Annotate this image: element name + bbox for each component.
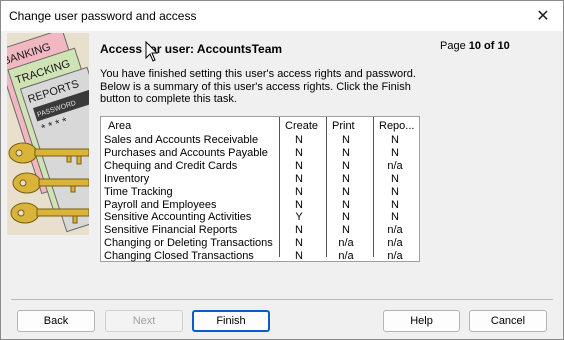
column-separator [279,117,280,257]
row-area-cell: Time Tracking [104,185,173,198]
row-value-cell: n/a [387,237,403,250]
row-value-cell: N [342,198,350,211]
column-header-print: Print [332,120,355,132]
row-value-cell: N [295,224,303,237]
button-divider [11,299,553,300]
row-area-cell: Payroll and Employees [104,198,217,211]
page-label: Page [440,40,466,52]
column-separator [373,117,374,257]
row-area-cell: Sensitive Financial Reports [104,224,238,237]
column-separator [326,117,327,257]
column-header-reports: Repo... [379,120,415,132]
cancel-button[interactable]: Cancel [469,310,547,332]
access-summary-table: Area Create Print Repo... Sales and Acco… [100,116,420,262]
page-heading: Access for user: AccountsTeam [100,42,283,56]
row-value-cell: N [295,146,303,159]
row-value-cell: N [391,172,399,185]
row-value-cell: n/a [338,250,354,263]
page-value: 10 of 10 [468,40,510,52]
row-value-cell: N [391,211,399,224]
row-value-cell: n/a [387,224,403,237]
help-button-label: Help [410,315,433,327]
title-bar: Change user password and access ✕ [1,1,563,31]
row-value-cell: Y [295,211,303,224]
help-button[interactable]: Help [383,310,460,332]
finish-button[interactable]: Finish [192,310,270,332]
row-value-cell: N [391,146,399,159]
row-value-cell: N [342,172,350,185]
row-area-cell: Purchases and Accounts Payable [104,146,268,159]
next-button-label: Next [132,315,156,327]
row-value-cell: N [342,146,350,159]
mouse-cursor-icon [145,41,159,62]
finish-button-label: Finish [216,314,246,327]
row-value-cell: N [391,134,399,146]
description-text: You have finished setting this user's ac… [100,68,416,105]
row-area-cell: Changing or Deleting Transactions [104,237,273,250]
cancel-button-label: Cancel [490,315,526,327]
back-button[interactable]: Back [17,310,95,332]
back-button-label: Back [43,315,69,327]
column-header-create: Create [285,120,319,132]
row-value-cell: N [342,224,350,237]
row-area-cell: Changing Closed Transactions [104,250,254,263]
row-value-cell: N [295,172,303,185]
row-value-cell: N [295,159,303,172]
row-value-cell: N [391,198,399,211]
row-area-cell: Sensitive Accounting Activities [104,211,252,224]
row-value-cell: N [342,159,350,172]
row-value-cell: N [342,134,350,146]
dialog-window: Change user password and access ✕ BANKIN… [0,0,564,340]
row-value-cell: N [342,211,350,224]
column-header-area: Area [108,120,132,132]
row-area-cell: Inventory [104,172,150,185]
row-value-cell: N [295,134,303,146]
row-value-cell: N [295,185,303,198]
close-icon[interactable]: ✕ [527,4,559,28]
row-value-cell: N [342,185,350,198]
row-value-cell: N [295,198,303,211]
row-value-cell: N [295,250,303,263]
page-indicator: Page 10 of 10 [440,40,510,52]
row-value-cell: N [391,185,399,198]
row-value-cell: n/a [338,237,354,250]
keys-illustration: BANKING TRACKING REPORTS PASSWORD * * * … [7,33,89,235]
row-value-cell: n/a [387,159,403,172]
row-value-cell: N [295,237,303,250]
next-button[interactable]: Next [105,310,183,332]
row-area-cell: Sales and Accounts Receivable [104,134,259,146]
row-area-cell: Chequing and Credit Cards [104,159,238,172]
window-title: Change user password and access [9,9,197,23]
row-value-cell: n/a [387,250,403,263]
